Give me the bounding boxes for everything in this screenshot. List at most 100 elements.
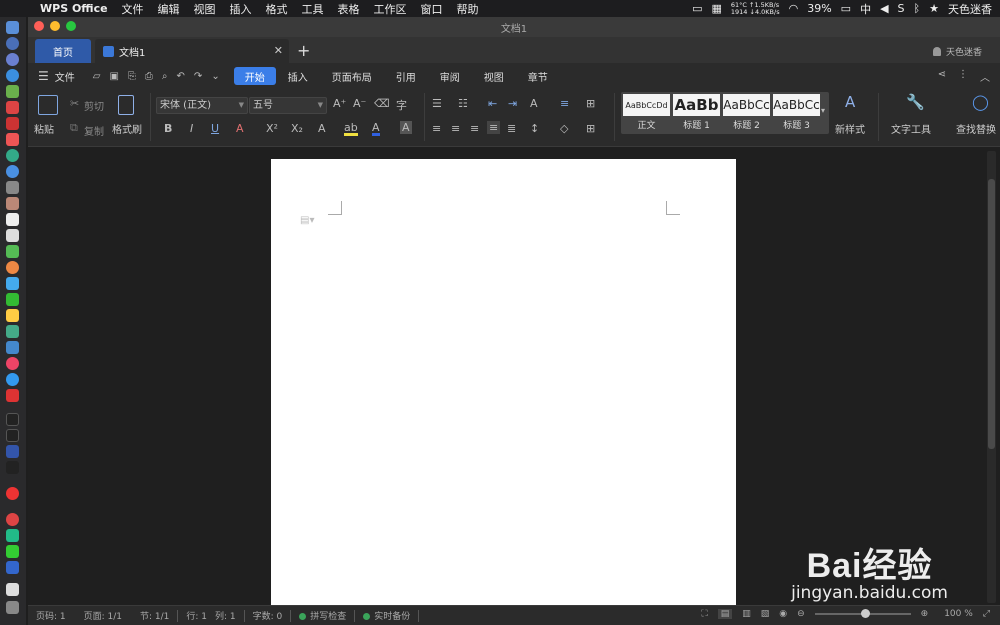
grow-font-icon[interactable]: A⁺	[333, 97, 346, 110]
launchpad-icon[interactable]	[6, 37, 19, 50]
chrome-icon[interactable]	[6, 149, 19, 162]
tab-review[interactable]: 审阅	[428, 67, 472, 85]
redo-icon[interactable]: ↷	[194, 71, 202, 82]
search-icon[interactable]: ◯	[972, 93, 989, 111]
backup-toggle[interactable]: 实时备份	[363, 609, 410, 622]
battery-icon[interactable]: ▭	[841, 2, 851, 15]
photos-icon[interactable]	[6, 261, 19, 274]
font-name-select[interactable]: 宋体 (正文) ▼	[156, 97, 248, 114]
safari-icon[interactable]	[6, 69, 19, 82]
fit-page-icon[interactable]: ⤢	[983, 609, 990, 619]
menu-item-window[interactable]: 窗口	[421, 1, 443, 17]
file-menu[interactable]: 文件	[55, 69, 75, 84]
text-tools-button[interactable]: 文字工具	[891, 121, 931, 136]
hamburger-menu-icon[interactable]: ☰	[38, 69, 49, 83]
styles-scroll-icon[interactable]: ▾	[821, 106, 825, 115]
bluetooth-icon[interactable]: ᛒ	[914, 2, 921, 15]
style-heading-2[interactable]: AaBbCc 标题 2	[723, 94, 770, 132]
status-pages[interactable]: 页面: 1/1	[84, 609, 122, 622]
downloads-icon[interactable]	[6, 583, 19, 596]
export-icon[interactable]: ⎘	[128, 71, 136, 82]
sogou-icon[interactable]: S	[898, 2, 905, 15]
undo-icon[interactable]: ↶	[177, 71, 185, 82]
maps-icon[interactable]	[6, 245, 19, 258]
netease-icon[interactable]	[6, 133, 19, 146]
menu-item-help[interactable]: 帮助	[457, 1, 479, 17]
print-icon[interactable]: ⎙	[145, 71, 153, 82]
chinese-layout-icon[interactable]: A	[530, 97, 538, 110]
line-spacing-icon[interactable]: ≡	[560, 97, 569, 110]
app-menu[interactable]: WPS Office	[40, 2, 108, 15]
numbered-list-icon[interactable]: ☷	[458, 97, 468, 110]
document-page[interactable]: ▤▾	[271, 159, 736, 609]
menu-item-table[interactable]: 表格	[338, 1, 360, 17]
spell-check-toggle[interactable]: 拼写检查	[299, 609, 346, 622]
cut-button[interactable]: 剪切	[84, 98, 104, 113]
new-tab-icon[interactable]: +	[297, 41, 310, 60]
wifi-icon[interactable]: ◠	[789, 2, 799, 15]
vpn-icon[interactable]	[6, 445, 19, 458]
status-section[interactable]: 节: 1/1	[140, 609, 169, 622]
cut-icon[interactable]: ✂	[70, 97, 79, 110]
phonetic-guide-icon[interactable]: 字	[396, 97, 407, 113]
preview-icon[interactable]	[6, 181, 19, 194]
menu-item-workspace[interactable]: 工作区	[374, 1, 407, 17]
status-page[interactable]: 页码: 1	[36, 609, 66, 622]
bold-icon[interactable]: B	[164, 122, 172, 135]
new-style-button[interactable]: 新样式	[835, 121, 865, 136]
android-icon[interactable]	[6, 85, 19, 98]
eye-protection-icon[interactable]: ◉	[779, 609, 787, 619]
align-left-icon[interactable]: ≡	[432, 122, 441, 135]
paragraph-options-icon[interactable]: ▤▾	[300, 215, 314, 226]
focus-mode-icon[interactable]: ⛶	[701, 609, 707, 619]
weibo-icon[interactable]	[6, 513, 19, 526]
clear-format-icon[interactable]: ⌫	[374, 97, 390, 110]
numbers-icon[interactable]	[6, 325, 19, 338]
close-tab-icon[interactable]: ✕	[274, 44, 283, 57]
app-icon-red[interactable]	[6, 101, 19, 114]
paragraph-spacing-icon[interactable]: ↕	[530, 122, 539, 135]
menu-item-insert[interactable]: 插入	[230, 1, 252, 17]
app-icon-dark[interactable]	[6, 461, 19, 474]
vivaldi-icon[interactable]	[6, 389, 19, 402]
table-insert-icon[interactable]: ⊞	[586, 97, 595, 110]
tab-document[interactable]: 文档1 ✕	[95, 39, 289, 63]
new-style-icon[interactable]: A	[845, 93, 855, 111]
paste-icon[interactable]	[38, 95, 58, 115]
terminal-icon[interactable]	[6, 413, 19, 426]
page-view-icon[interactable]: ▤	[717, 609, 733, 619]
print-preview-icon[interactable]: ⌕	[162, 71, 168, 82]
trash-icon[interactable]	[6, 601, 19, 614]
wechat-icon[interactable]	[6, 545, 19, 558]
menu-item-edit[interactable]: 编辑	[158, 1, 180, 17]
increase-indent-icon[interactable]: ⇥	[508, 97, 517, 110]
tab-insert[interactable]: 插入	[276, 67, 320, 85]
screen-icon[interactable]: ▭	[692, 2, 702, 15]
music-icon[interactable]	[6, 357, 19, 370]
app-icon-green[interactable]	[6, 529, 19, 542]
zoom-in-icon[interactable]: ⊕	[921, 609, 929, 619]
document-icon[interactable]	[6, 213, 19, 226]
facetime-icon[interactable]	[6, 293, 19, 306]
text-effect-icon[interactable]: A	[318, 122, 326, 135]
user-account[interactable]: 天色迷香	[932, 45, 982, 58]
more-icon[interactable]: ⋮	[958, 69, 968, 84]
distributed-icon[interactable]: ≣	[507, 122, 516, 135]
style-heading-3[interactable]: AaBbCc 标题 3	[773, 94, 820, 132]
tab-view[interactable]: 视图	[472, 67, 516, 85]
app-store-icon[interactable]	[6, 165, 19, 178]
justify-icon[interactable]: ≡	[487, 121, 501, 134]
paste-button[interactable]: 粘贴	[34, 121, 54, 136]
highlight-icon[interactable]: ab	[344, 122, 358, 136]
find-replace-button[interactable]: 查找替换	[956, 121, 996, 136]
notes-icon[interactable]	[6, 229, 19, 242]
zoom-out-icon[interactable]: ⊖	[797, 609, 805, 619]
decrease-indent-icon[interactable]: ⇤	[488, 97, 497, 110]
italic-icon[interactable]: I	[190, 122, 193, 135]
grid-app-icon[interactable]: ▦	[711, 2, 721, 15]
siri-icon[interactable]	[6, 53, 19, 66]
status-words[interactable]: 字数: 0	[253, 609, 283, 622]
messages-icon[interactable]	[6, 277, 19, 290]
subscript-icon[interactable]: X₂	[291, 122, 303, 135]
customize-chevron-icon[interactable]: ⌄	[211, 71, 219, 82]
